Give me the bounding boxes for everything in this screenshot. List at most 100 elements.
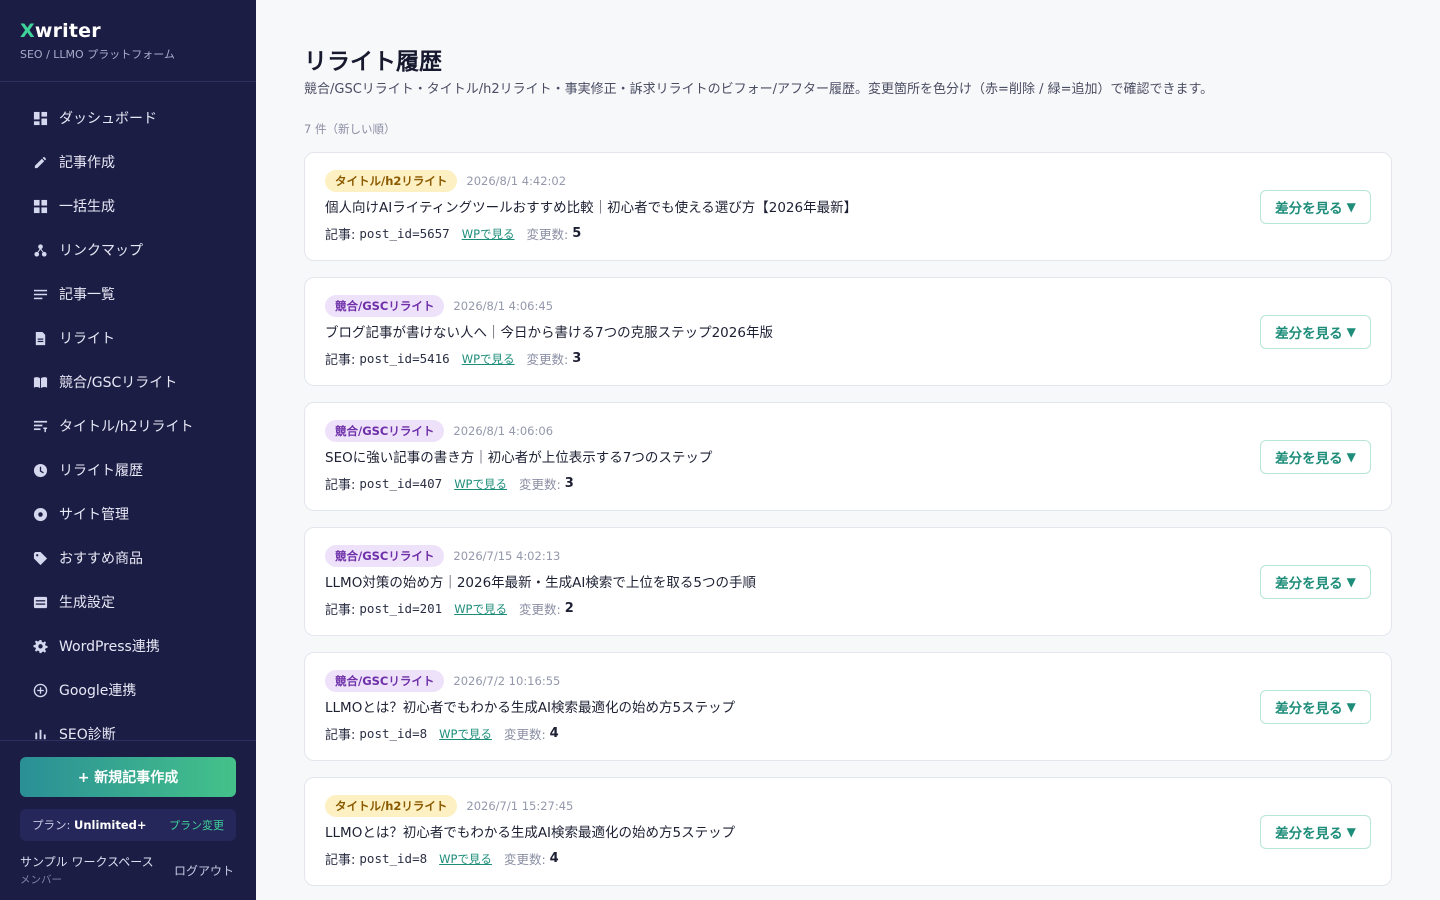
changes-label: 変更数:: [526, 227, 569, 242]
post-label: 記事:: [325, 853, 356, 868]
new-post-button[interactable]: + 新規記事作成: [20, 757, 236, 797]
chevron-down-icon: ▼: [1346, 575, 1356, 589]
wp-view-link[interactable]: WPで見る: [462, 351, 515, 367]
wp-view-link[interactable]: WPで見る: [439, 726, 492, 742]
sidebar-divider: [0, 81, 256, 82]
view-diff-button[interactable]: 差分を見る ▼: [1260, 190, 1371, 224]
chevron-down-icon: ▼: [1346, 325, 1356, 339]
sidebar-item-dashboard[interactable]: ダッシュボード: [0, 96, 256, 140]
article-title: LLMOとは？初心者でもわかる生成AI検索最適化の始め方5ステップ: [325, 825, 736, 841]
sidebar-item-create[interactable]: 記事作成: [0, 140, 256, 184]
rewrite-date: 2026/8/1 4:42:02: [466, 174, 567, 188]
history-card: タイトル/h2リライト 2026/7/1 15:27:45 LLMOとは？初心者…: [304, 777, 1392, 886]
brand-subtitle: SEO / LLMO プラットフォーム: [20, 48, 175, 61]
brand[interactable]: Xwriter SEO / LLMO プラットフォーム: [20, 20, 175, 62]
plan-change-link[interactable]: プラン変更: [169, 817, 224, 833]
view-diff-button[interactable]: 差分を見る ▼: [1260, 565, 1371, 599]
rewrite-type-badge: タイトル/h2リライト: [325, 170, 458, 192]
rewrite-date: 2026/8/1 4:06:06: [453, 424, 554, 438]
rewrite-type-badge: 競合/GSCリライト: [325, 420, 445, 442]
wp-view-link[interactable]: WPで見る: [439, 851, 492, 867]
post-id: post_id=201: [359, 601, 443, 616]
sidebar-item-wordpress[interactable]: WordPress連携: [0, 624, 256, 668]
history-count: 7 件（新しい順）: [304, 122, 396, 136]
sidebar-item-label: 生成設定: [59, 595, 115, 611]
sidebar-item-google[interactable]: Google連携: [0, 668, 256, 712]
post-id: post_id=407: [359, 476, 443, 491]
tag-icon: [32, 550, 48, 566]
plus-circle-icon: [32, 682, 48, 698]
plan-value: Unlimited+: [74, 818, 147, 832]
card-meta: タイトル/h2リライト 2026/7/1 15:27:45: [325, 795, 573, 817]
list-icon: [32, 286, 48, 302]
sidebar-item-gsc-rewrite[interactable]: 競合/GSCリライト: [0, 360, 256, 404]
sidebar-item-label: SEO診断: [59, 727, 116, 740]
changes-count: 4: [549, 851, 559, 866]
chevron-down-icon: ▼: [1346, 700, 1356, 714]
sidebar-nav: ダッシュボード 記事作成 一括生成 リンクマップ 記事一覧 リライト 競合/GS…: [0, 96, 256, 740]
sidebar: Xwriter SEO / LLMO プラットフォーム ダッシュボード 記事作成…: [0, 0, 256, 900]
sidebar-item-bulk[interactable]: 一括生成: [0, 184, 256, 228]
main-content: リライト履歴 競合/GSCリライト・タイトル/h2リライト・事実修正・訴求リライ…: [256, 0, 1440, 900]
chart-icon: [32, 726, 48, 740]
sidebar-item-label: 記事作成: [59, 155, 115, 171]
rewrite-type-badge: 競合/GSCリライト: [325, 545, 445, 567]
card-meta: 競合/GSCリライト 2026/7/15 4:02:13: [325, 545, 560, 567]
workspace-info: サンプル ワークスペース メンバー: [20, 853, 154, 887]
sidebar-item-articles[interactable]: 記事一覧: [0, 272, 256, 316]
post-label: 記事:: [325, 603, 356, 618]
sidebar-item-title-rewrite[interactable]: タイトル/h2リライト: [0, 404, 256, 448]
post-id: post_id=8: [359, 726, 428, 741]
sidebar-item-label: ダッシュボード: [59, 111, 157, 127]
wp-view-link[interactable]: WPで見る: [454, 601, 507, 617]
sidebar-item-label: 競合/GSCリライト: [59, 375, 178, 391]
post-label: 記事:: [325, 353, 356, 368]
changes-label: 変更数:: [503, 727, 546, 742]
view-diff-button[interactable]: 差分を見る ▼: [1260, 815, 1371, 849]
rewrite-type-badge: 競合/GSCリライト: [325, 670, 445, 692]
sidebar-item-rewrite-history[interactable]: リライト履歴: [0, 448, 256, 492]
post-label: 記事:: [325, 228, 356, 243]
rewrite-type-badge: タイトル/h2リライト: [325, 795, 458, 817]
clock-icon: [32, 462, 48, 478]
card-info: 記事: post_id=5657 WPで見る 変更数: 5: [325, 224, 581, 243]
chevron-down-icon: ▼: [1346, 825, 1356, 839]
rewrite-type-badge: 競合/GSCリライト: [325, 295, 445, 317]
wp-view-link[interactable]: WPで見る: [454, 476, 507, 492]
sidebar-item-site-management[interactable]: サイト管理: [0, 492, 256, 536]
sidebar-item-label: 記事一覧: [59, 287, 115, 303]
article-title: LLMOとは？初心者でもわかる生成AI検索最適化の始め方5ステップ: [325, 700, 736, 716]
sidebar-item-label: タイトル/h2リライト: [59, 419, 194, 435]
sidebar-item-generation-settings[interactable]: 生成設定: [0, 580, 256, 624]
changes-label: 変更数:: [519, 477, 561, 492]
dashboard-icon: [32, 110, 48, 126]
grid-icon: [32, 198, 48, 214]
article-title: SEOに強い記事の書き方｜初心者が上位表示する7つのステップ: [325, 450, 713, 466]
brand-logo: Xwriter: [20, 20, 101, 42]
changes-label: 変更数:: [519, 602, 561, 617]
wp-view-link[interactable]: WPで見る: [462, 226, 515, 242]
sidebar-item-label: WordPress連携: [59, 639, 160, 655]
sidebar-item-label: リライト: [59, 331, 115, 347]
page-title: リライト履歴: [304, 49, 442, 75]
rewrite-date: 2026/7/1 15:27:45: [466, 799, 574, 813]
rewrite-date: 2026/7/2 10:16:55: [453, 674, 561, 688]
sidebar-item-seo-diagnosis[interactable]: SEO診断: [0, 712, 256, 740]
view-diff-button[interactable]: 差分を見る ▼: [1260, 315, 1371, 349]
changes-count: 4: [549, 726, 559, 741]
sidebar-item-products[interactable]: おすすめ商品: [0, 536, 256, 580]
sidebar-item-linkmap[interactable]: リンクマップ: [0, 228, 256, 272]
view-diff-button[interactable]: 差分を見る ▼: [1260, 440, 1371, 474]
network-icon: [32, 242, 48, 258]
view-diff-button[interactable]: 差分を見る ▼: [1260, 690, 1371, 724]
rewrite-date: 2026/7/15 4:02:13: [453, 549, 561, 563]
history-card: タイトル/h2リライト 2026/8/1 4:42:02 個人向けAIライティン…: [304, 152, 1392, 261]
card-info: 記事: post_id=201 WPで見る 変更数: 2: [325, 599, 574, 618]
sidebar-item-label: 一括生成: [59, 199, 115, 215]
post-id: post_id=8: [359, 851, 428, 866]
sidebar-item-rewrite[interactable]: リライト: [0, 316, 256, 360]
card-meta: タイトル/h2リライト 2026/8/1 4:42:02: [325, 170, 566, 192]
logout-button[interactable]: ログアウト: [174, 862, 234, 879]
post-id: post_id=5657: [359, 226, 450, 241]
post-label: 記事:: [325, 478, 356, 493]
